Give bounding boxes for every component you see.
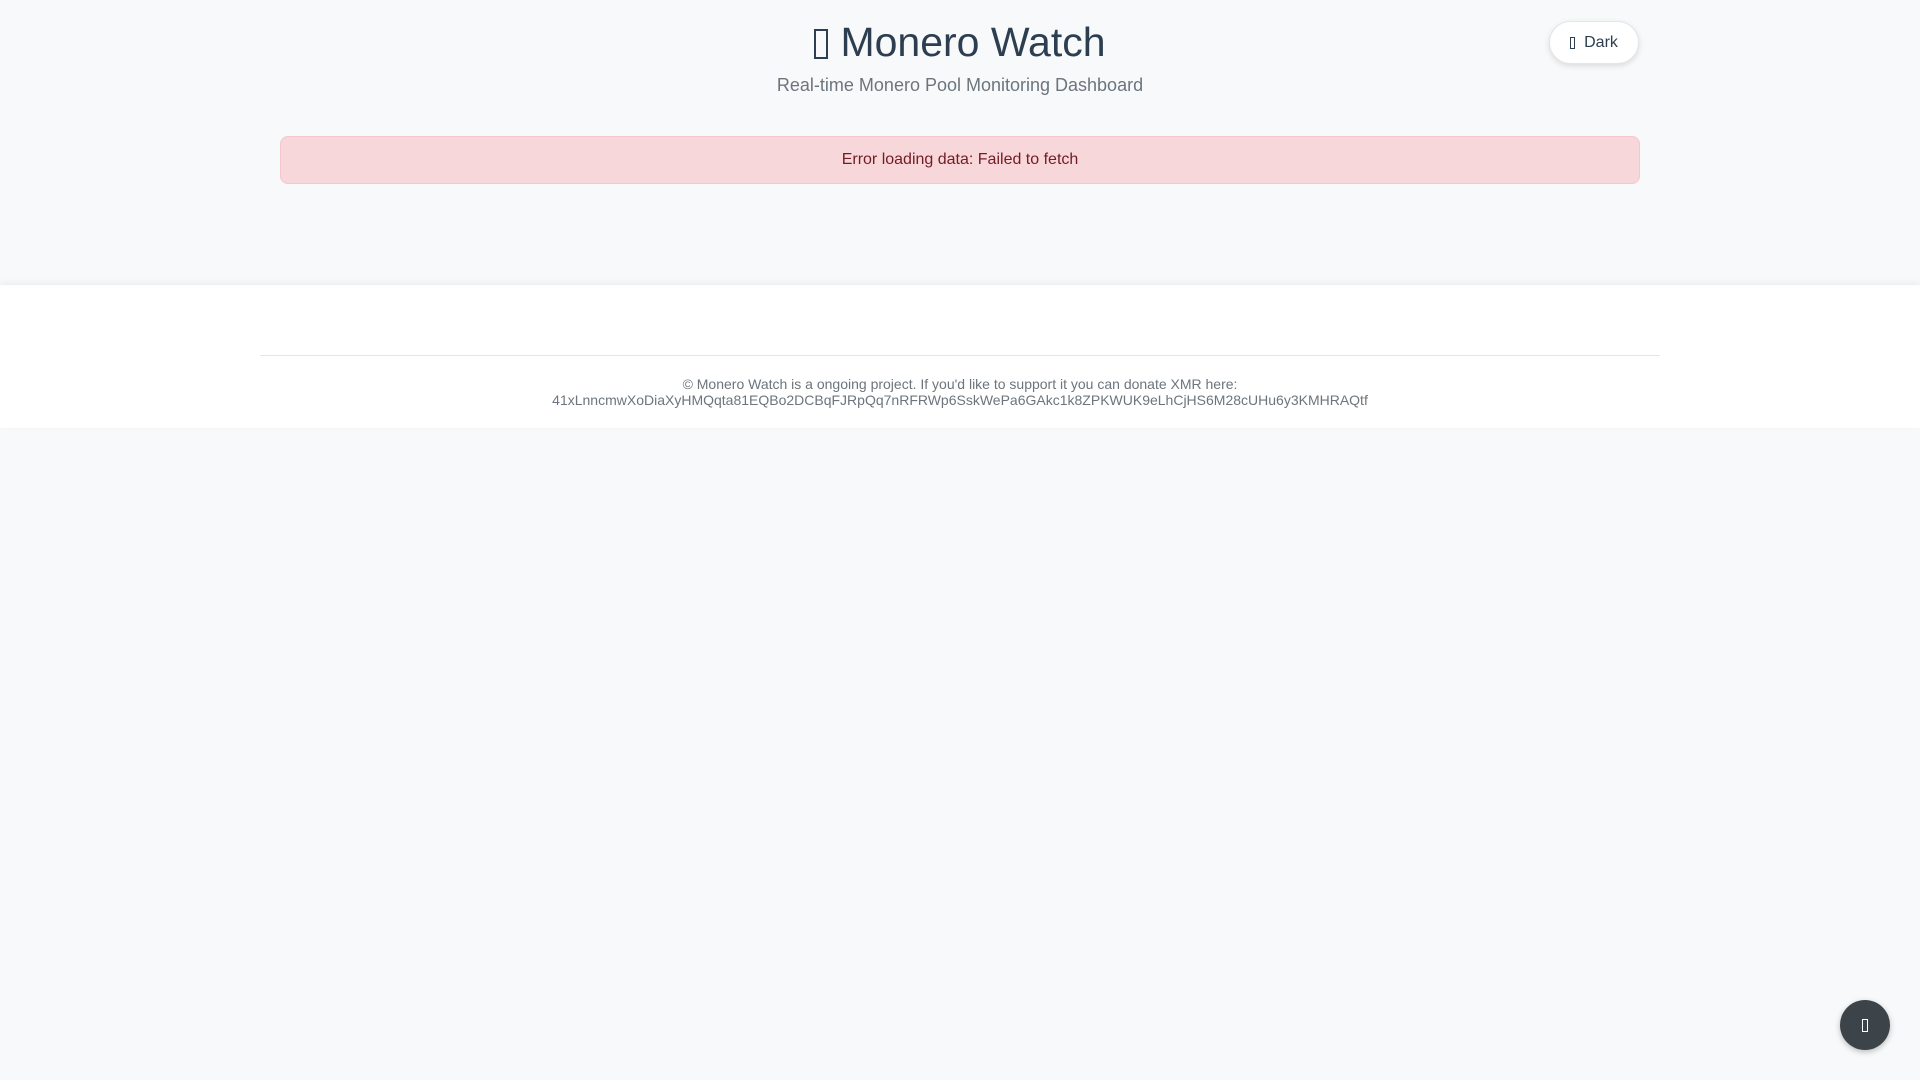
footer-divider	[260, 355, 1660, 356]
scroll-to-top-button[interactable]	[1840, 1000, 1890, 1050]
footer-donation-address: 41xLnncmwXoDiaXyHMQqta81EQBo2DCBqFJRpQq7…	[552, 392, 1368, 408]
theme-toggle-icon	[1570, 36, 1576, 49]
theme-toggle-button[interactable]: Dark	[1549, 21, 1639, 64]
page: Monero Watch Real-time Monero Pool Monit…	[0, 0, 1920, 1080]
scroll-top-icon	[1862, 1018, 1868, 1032]
header: Monero Watch Real-time Monero Pool Monit…	[0, 0, 1920, 110]
footer-donation-note: © Monero Watch is a ongoing project. If …	[682, 376, 1238, 392]
theme-toggle-label: Dark	[1584, 33, 1618, 51]
footer: © Monero Watch is a ongoing project. If …	[0, 285, 1920, 428]
page-subtitle: Real-time Monero Pool Monitoring Dashboa…	[776, 75, 1144, 95]
error-banner: Error loading data: Failed to fetch	[280, 136, 1640, 184]
page-title-text: Monero Watch	[840, 19, 1106, 65]
missing-glyph-icon	[814, 29, 829, 59]
footer-text: © Monero Watch is a ongoing project. If …	[0, 376, 1920, 408]
error-message: Error loading data: Failed to fetch	[841, 151, 1079, 168]
